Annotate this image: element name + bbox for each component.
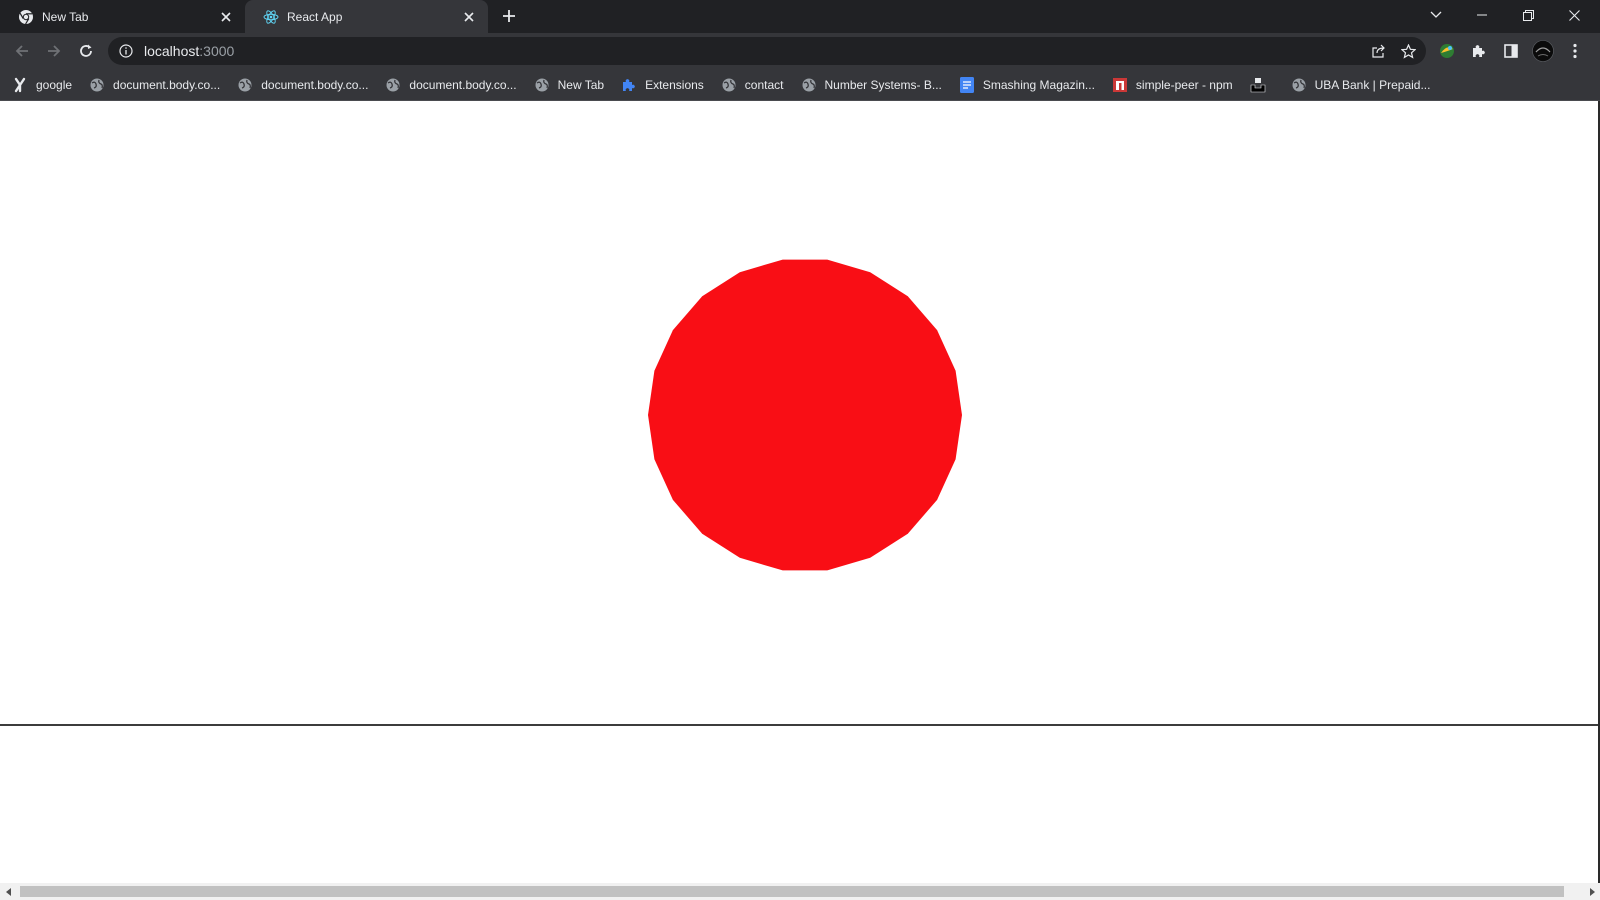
globe-icon — [237, 77, 253, 93]
scrollbar-thumb[interactable] — [20, 886, 1564, 897]
url-port: :3000 — [199, 43, 235, 59]
bookmark-document-body-3[interactable]: document.body.co... — [385, 73, 517, 97]
globe-icon — [801, 77, 817, 93]
tab-new-tab[interactable]: New Tab — [0, 0, 245, 33]
tab-react-app[interactable]: React App — [245, 0, 488, 33]
bookmark-label: UBA Bank | Prepaid... — [1314, 77, 1431, 92]
reload-button[interactable] — [72, 37, 100, 65]
close-icon[interactable] — [217, 8, 235, 26]
bookmark-uba-bank[interactable]: UBA Bank | Prepaid... — [1291, 73, 1431, 97]
puzzle-icon[interactable] — [1467, 39, 1491, 63]
react-icon — [263, 9, 279, 25]
bookmark-custom-icon — [12, 77, 28, 93]
share-icon[interactable] — [1370, 43, 1386, 59]
globe-icon — [721, 77, 737, 93]
bookmark-label: document.body.co... — [409, 77, 517, 92]
new-tab-button[interactable] — [498, 5, 520, 27]
globe-icon — [89, 77, 105, 93]
bookmark-label: Extensions — [645, 77, 704, 92]
page-viewport — [0, 101, 1600, 900]
forward-button[interactable] — [40, 37, 68, 65]
star-icon[interactable] — [1400, 43, 1416, 59]
bookmark-unsplash[interactable] — [1250, 73, 1274, 97]
bookmark-label: Number Systems- B... — [824, 77, 942, 92]
profile-avatar[interactable] — [1531, 39, 1555, 63]
red-circle — [648, 259, 962, 571]
globe-icon — [385, 77, 401, 93]
restore-button[interactable] — [1505, 0, 1551, 30]
menu-icon[interactable] — [1563, 39, 1587, 63]
bookmark-label: Smashing Magazin... — [982, 77, 1095, 92]
bookmark-label: document.body.co... — [261, 77, 369, 92]
close-icon[interactable] — [460, 8, 478, 26]
bookmark-label: contact — [744, 77, 784, 92]
scroll-left-arrow-icon[interactable] — [0, 883, 17, 900]
browser-window: New Tab React App localhost:3000 google … — [0, 0, 1600, 900]
tab-search-button[interactable] — [1413, 0, 1459, 30]
puzzle-icon — [621, 77, 637, 93]
address-bar[interactable]: localhost:3000 — [108, 37, 1426, 65]
bookmark-smashing-magazine[interactable]: Smashing Magazin... — [959, 73, 1095, 97]
npm-icon — [1112, 77, 1128, 93]
page-canvas — [0, 101, 1600, 724]
canvas-bottom-border — [0, 724, 1600, 726]
minimize-button[interactable] — [1459, 0, 1505, 30]
bookmark-label: google — [36, 77, 73, 92]
globe-icon — [1291, 77, 1307, 93]
toolbar: localhost:3000 — [0, 33, 1600, 69]
tab-title: New Tab — [42, 9, 89, 24]
bookmark-contact[interactable]: contact — [721, 73, 784, 97]
tab-strip: New Tab React App — [0, 0, 1600, 33]
close-window-button[interactable] — [1551, 0, 1597, 30]
bookmark-number-systems[interactable]: Number Systems- B... — [801, 73, 942, 97]
bookmarks-bar: google document.body.co... document.body… — [0, 69, 1600, 101]
bookmark-label: document.body.co... — [113, 77, 221, 92]
extension-icon[interactable] — [1435, 39, 1459, 63]
url-text[interactable]: localhost:3000 — [144, 43, 234, 59]
globe-icon — [534, 77, 550, 93]
scroll-right-arrow-icon[interactable] — [1583, 883, 1600, 900]
bookmark-document-body-1[interactable]: document.body.co... — [89, 73, 220, 97]
bookmark-extensions[interactable]: Extensions — [621, 73, 704, 97]
document-icon — [959, 76, 975, 93]
chrome-icon — [18, 9, 34, 25]
horizontal-scrollbar[interactable] — [0, 883, 1600, 900]
bookmark-label: simple-peer - npm — [1135, 77, 1233, 92]
tab-title: React App — [287, 9, 343, 24]
info-icon[interactable] — [118, 43, 134, 59]
bookmark-label: New Tab — [557, 77, 605, 92]
bookmark-simple-peer[interactable]: simple-peer - npm — [1112, 73, 1233, 97]
url-host: localhost — [144, 43, 200, 59]
bookmark-new-tab[interactable]: New Tab — [534, 73, 604, 97]
back-button[interactable] — [8, 37, 36, 65]
bookmark-google[interactable]: google — [12, 73, 72, 97]
unsplash-icon — [1250, 77, 1266, 93]
side-panel-icon[interactable] — [1499, 39, 1523, 63]
bookmark-document-body-2[interactable]: document.body.co... — [237, 73, 368, 97]
